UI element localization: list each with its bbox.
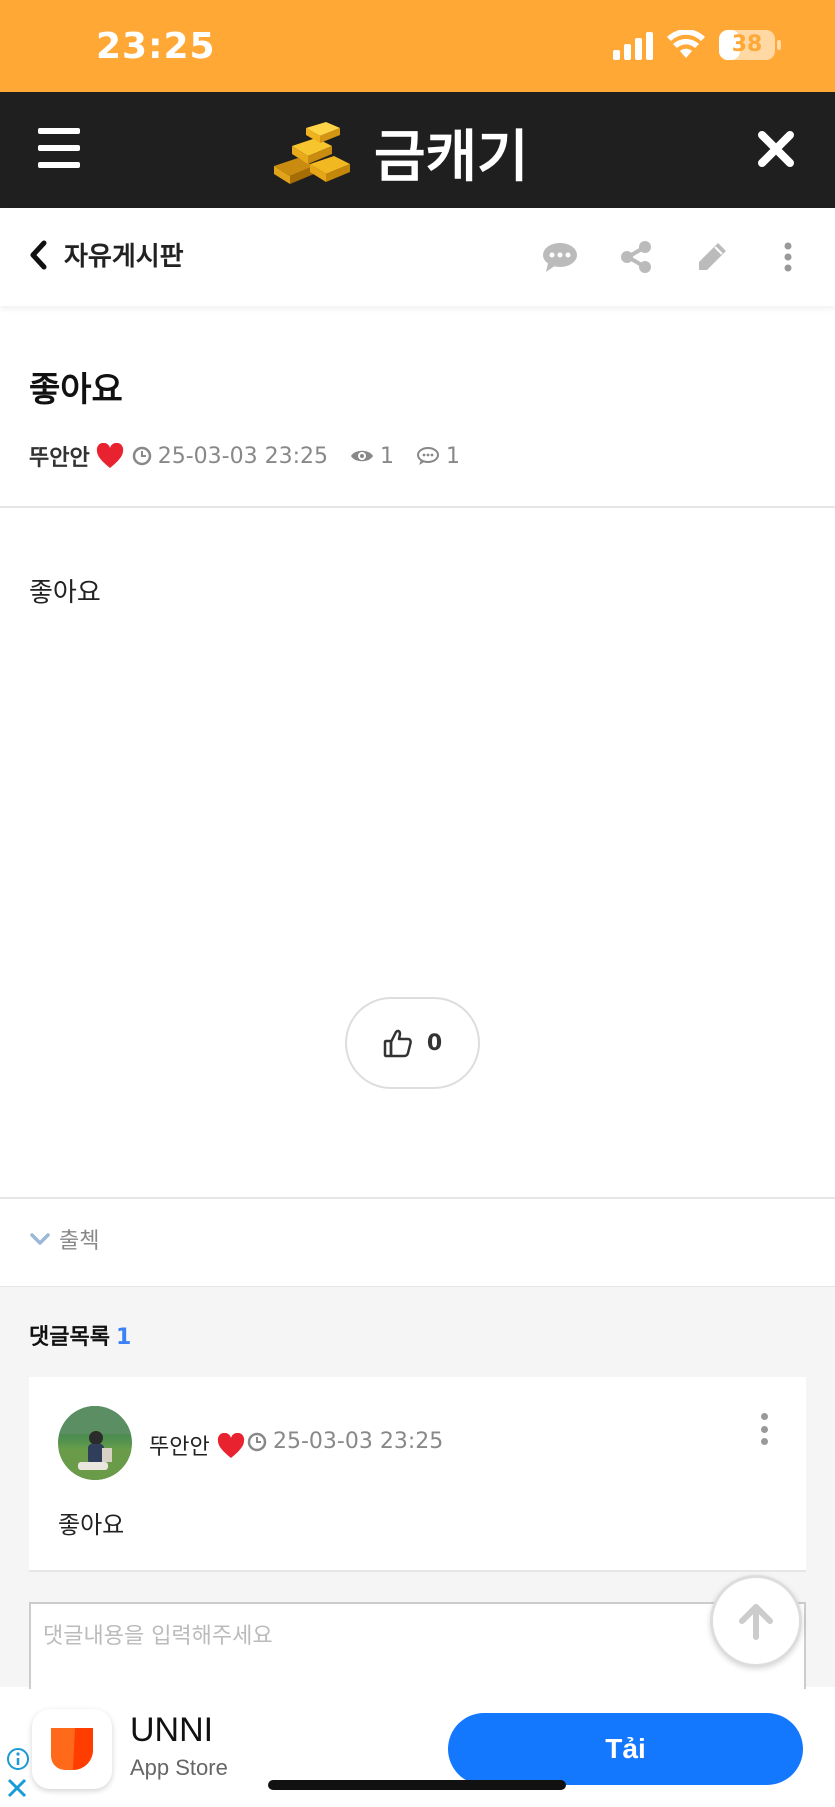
ad-close-icon[interactable] bbox=[6, 1777, 28, 1799]
scroll-top-button[interactable] bbox=[710, 1575, 802, 1667]
wifi-icon bbox=[667, 30, 705, 58]
heart-icon bbox=[96, 443, 123, 468]
status-bar: 23:25 38 bbox=[0, 0, 835, 92]
post-title: 좋아요 bbox=[29, 370, 123, 410]
home-indicator bbox=[268, 1780, 566, 1790]
heart-icon bbox=[217, 1432, 244, 1458]
category-tag[interactable]: 출첵 bbox=[29, 1223, 99, 1255]
thumbs-up-icon bbox=[383, 1029, 412, 1058]
category-tag-label: 출첵 bbox=[59, 1229, 100, 1254]
info-icon[interactable] bbox=[6, 1747, 30, 1771]
battery-text: 38 bbox=[731, 32, 763, 57]
edit-button[interactable] bbox=[693, 238, 731, 276]
post-views-count: 1 bbox=[380, 443, 394, 469]
comments-heading-label: 댓글목록 bbox=[29, 1325, 110, 1350]
clock-icon bbox=[247, 1432, 267, 1451]
chevron-down-icon bbox=[30, 1233, 50, 1245]
post-date-text: 25-03-03 23:25 bbox=[157, 443, 328, 469]
divider bbox=[0, 1197, 835, 1199]
post-comments: 1 bbox=[416, 444, 460, 469]
comment-date: 25-03-03 23:25 bbox=[247, 1429, 443, 1454]
comment-text: 좋아요 bbox=[58, 1511, 125, 1539]
back-button[interactable]: 자유게시판 bbox=[28, 236, 184, 273]
app-header: 금캐기 bbox=[0, 92, 835, 208]
post-author[interactable]: 뚜안안 bbox=[29, 440, 90, 472]
unni-logo-icon bbox=[51, 1728, 93, 1770]
ad-download-button[interactable]: Tải bbox=[448, 1713, 803, 1785]
more-vertical-icon bbox=[784, 242, 792, 272]
chevron-left-icon bbox=[30, 240, 47, 269]
battery-icon: 38 bbox=[719, 30, 781, 60]
comment-button[interactable] bbox=[541, 238, 579, 276]
comment-item: 뚜안안 25-03-03 23:25 좋아요 bbox=[29, 1377, 806, 1571]
divider bbox=[29, 1570, 806, 1572]
share-icon bbox=[621, 241, 651, 273]
app-title: 금캐기 bbox=[374, 125, 529, 190]
cellular-signal-icon bbox=[613, 30, 653, 60]
comment-date-text: 25-03-03 23:25 bbox=[273, 1429, 444, 1454]
comment-icon bbox=[543, 243, 577, 272]
like-button[interactable]: 0 bbox=[345, 997, 480, 1089]
like-count: 0 bbox=[426, 1030, 443, 1056]
comments-count: 1 bbox=[115, 1325, 132, 1350]
eye-icon bbox=[351, 450, 373, 462]
post-body: 좋아요 bbox=[29, 578, 101, 608]
post-meta: 뚜안안 25-03-03 23:25 1 1 bbox=[29, 440, 482, 472]
status-icons: 38 bbox=[613, 30, 781, 60]
board-tools bbox=[541, 238, 807, 276]
logo[interactable]: 금캐기 bbox=[270, 112, 529, 193]
post-comments-count: 1 bbox=[446, 443, 460, 469]
board-name: 자유게시판 bbox=[64, 242, 184, 272]
ad-app-icon[interactable] bbox=[32, 1709, 112, 1789]
close-button[interactable] bbox=[755, 128, 797, 170]
comments-heading: 댓글목록 1 bbox=[29, 1319, 131, 1351]
divider bbox=[0, 506, 835, 508]
post-date: 25-03-03 23:25 bbox=[132, 444, 328, 469]
menu-button[interactable] bbox=[38, 128, 80, 168]
comment-more-icon[interactable] bbox=[758, 1413, 770, 1445]
avatar-image bbox=[58, 1406, 132, 1480]
avatar[interactable] bbox=[58, 1406, 132, 1480]
post-views: 1 bbox=[350, 444, 394, 469]
comment-count-icon bbox=[417, 447, 439, 465]
more-button[interactable] bbox=[769, 238, 807, 276]
comment-author-name: 뚜안안 bbox=[149, 1435, 210, 1460]
close-icon bbox=[758, 131, 794, 167]
ad-app-name: UNNI bbox=[130, 1711, 214, 1749]
ad-app-store: App Store bbox=[130, 1755, 228, 1780]
share-button[interactable] bbox=[617, 238, 655, 276]
clock-icon bbox=[132, 446, 151, 466]
board-bar: 자유게시판 bbox=[0, 208, 835, 306]
gold-bars-icon bbox=[274, 121, 350, 184]
pencil-icon bbox=[699, 243, 726, 270]
arrow-up-icon bbox=[739, 1604, 773, 1640]
comment-author[interactable]: 뚜안안 bbox=[149, 1429, 245, 1461]
status-time: 23:25 bbox=[96, 26, 216, 67]
